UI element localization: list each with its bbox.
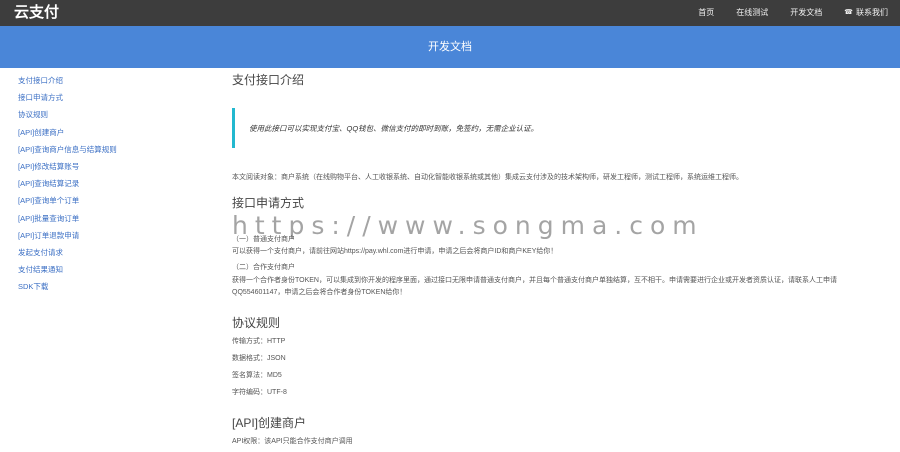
sidebar-item-query-merchant[interactable]: [API]查询商户信息与结算规则 xyxy=(18,143,208,160)
watermark: https://www.songma.com xyxy=(232,211,704,240)
nav-online-test[interactable]: 在线测试 xyxy=(736,0,768,26)
protocol-rule: 签名算法：MD5 xyxy=(232,372,282,379)
audience-text: 本文阅读对象：商户系统（在线购物平台、人工收银系统、自动化智能收银系统或其他）集… xyxy=(232,174,743,181)
nav-contact-label: 联系我们 xyxy=(856,8,888,17)
apply-partner-text: 获得一个合作者身份TOKEN，可以集成到你开发的程序里面，通过接口无限申请普通支… xyxy=(232,277,837,284)
sidebar-item-refund[interactable]: [API]订单退款申请 xyxy=(18,229,208,246)
section-title-apply: 接口申请方式 xyxy=(232,196,305,210)
sidebar-item-query-order[interactable]: [API]查询单个订单 xyxy=(18,194,208,211)
nav-home[interactable]: 首页 xyxy=(698,0,714,26)
phone-icon: ☎ xyxy=(844,9,853,16)
nav-contact[interactable]: ☎ 联系我们 xyxy=(844,0,888,26)
sidebar-item-protocol[interactable]: 协议规则 xyxy=(18,108,208,125)
protocol-rule: 数据格式：JSON xyxy=(232,355,286,362)
intro-quote-text: 使用此接口可以实现支付宝、QQ钱包、微信支付的即时到账，免签约，无需企业认证。 xyxy=(249,124,539,133)
sidebar-item-intro[interactable]: 支付接口介绍 xyxy=(18,74,208,91)
sidebar-item-batch-query[interactable]: [API]批量查询订单 xyxy=(18,212,208,229)
brand-logo[interactable]: 云支付 xyxy=(14,3,59,23)
banner-title: 开发文档 xyxy=(428,41,472,53)
sidebar-item-query-settlement[interactable]: [API]查询结算记录 xyxy=(18,177,208,194)
sidebar-item-pay-notify[interactable]: 支付结果通知 xyxy=(18,263,208,280)
apply-normal-text: 可以获得一个支付商户，请前往网站https://pay.whl.com进行申请，… xyxy=(232,248,558,255)
top-nav: 首页 在线测试 开发文档 ☎ 联系我们 xyxy=(676,0,888,26)
sidebar-item-pay-request[interactable]: 发起支付请求 xyxy=(18,246,208,263)
section-title-intro: 支付接口介绍 xyxy=(232,73,305,87)
top-bar: 云支付 首页 在线测试 开发文档 ☎ 联系我们 xyxy=(0,0,900,26)
page-banner: 开发文档 xyxy=(0,26,900,68)
protocol-rule: 字符编码：UTF-8 xyxy=(232,389,287,396)
section-title-protocol: 协议规则 xyxy=(232,316,281,330)
intro-quote: 使用此接口可以实现支付宝、QQ钱包、微信支付的即时到账，免签约，无需企业认证。 xyxy=(232,108,888,148)
sidebar-item-sdk[interactable]: SDK下载 xyxy=(18,280,208,297)
nav-dev-docs-label: 开发文档 xyxy=(790,8,823,17)
apply-partner-title: （二）合作支付商户 xyxy=(232,264,295,271)
nav-dev-docs[interactable]: 开发文档 xyxy=(790,0,822,26)
protocol-rule: 传输方式：HTTP xyxy=(232,338,286,345)
doc-sidebar: 支付接口介绍 接口申请方式 协议规则 [API]创建商户 [API]查询商户信息… xyxy=(18,74,208,297)
nav-home-label: 首页 xyxy=(698,8,715,17)
sidebar-item-modify-settlement[interactable]: [API]修改结算账号 xyxy=(18,160,208,177)
sidebar-item-apply[interactable]: 接口申请方式 xyxy=(18,91,208,108)
create-merchant-auth: API权限：该API只能合作支付商户调用 xyxy=(232,438,353,445)
section-title-create-merchant: [API]创建商户 xyxy=(232,416,307,430)
sidebar-item-create-merchant[interactable]: [API]创建商户 xyxy=(18,126,208,143)
nav-online-test-label: 在线测试 xyxy=(736,8,769,17)
apply-partner-text-2: QQ554601147，申请之后会将合作者身份TOKEN给你！ xyxy=(232,289,407,296)
